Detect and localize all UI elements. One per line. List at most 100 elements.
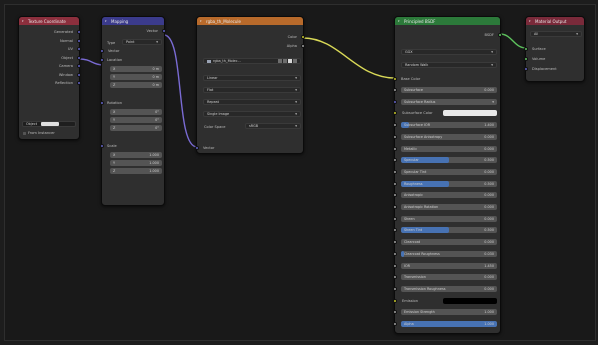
socket-output-color[interactable]	[301, 35, 305, 39]
new-image-icon[interactable]	[288, 59, 292, 63]
subsurface-field[interactable]: Subsurface 0.000	[401, 87, 497, 93]
socket-input-subsurface-ior[interactable]	[393, 123, 397, 128]
socket-output-camera[interactable]	[77, 64, 81, 68]
image-action-icons[interactable]	[278, 59, 297, 63]
close-icon[interactable]	[293, 59, 297, 63]
collapse-icon[interactable]: ▾	[529, 19, 533, 23]
extension-dropdown[interactable]: Repeat ▾	[203, 99, 301, 105]
location-x-field[interactable]: X 0 m	[110, 66, 162, 72]
subsurface-anisotropy-field[interactable]: Subsurface Anisotropy 0.000	[401, 133, 497, 140]
collapse-icon[interactable]: ▾	[398, 19, 402, 23]
socket-input-subsurface-color[interactable]	[393, 111, 397, 116]
socket-output-object[interactable]	[77, 55, 81, 60]
sheen-tint-field[interactable]: Sheen Tint 0.500	[401, 227, 497, 234]
from-instancer-checkbox[interactable]	[23, 131, 26, 135]
socket-output-generated[interactable]	[77, 30, 81, 34]
socket-output-window[interactable]	[77, 72, 81, 77]
collapse-icon[interactable]: ▾	[105, 19, 109, 23]
roughness-field[interactable]: Roughness 0.500	[401, 180, 497, 187]
specular-tint-field[interactable]: Specular Tint 0.000	[401, 168, 497, 175]
socket-output-vector[interactable]	[162, 29, 166, 33]
socket-input-emission[interactable]	[393, 298, 397, 303]
socket-input-vector[interactable]	[100, 49, 104, 53]
folder-icon[interactable]	[283, 59, 287, 63]
socket-input-rotation[interactable]	[100, 101, 104, 105]
socket-input-subsurface-radius[interactable]	[393, 99, 397, 104]
color-space-dropdown[interactable]: sRGB ▾	[245, 123, 301, 129]
collapse-icon[interactable]: ▾	[22, 19, 26, 23]
sheen-field[interactable]: Sheen 0.000	[401, 215, 497, 222]
mapping-header[interactable]: ▾ Mapping	[102, 17, 164, 25]
object-picker[interactable]	[41, 122, 60, 126]
duplicate-icon[interactable]	[278, 59, 282, 63]
subsurface-ior-field[interactable]: Subsurface IOR 1.400	[401, 122, 497, 129]
transmission-roughness-field[interactable]: Transmission Roughness 0.000	[401, 285, 497, 292]
socket-input-sheen[interactable]	[393, 216, 397, 221]
location-y-field[interactable]: Y 0 m	[110, 74, 162, 80]
mapping-node[interactable]: ▾ Mapping Vector Type Point ▾ Vector Loc…	[100, 16, 166, 206]
material-output-header[interactable]: ▾ Material Output	[526, 17, 584, 25]
emission-strength-field[interactable]: Emission Strength 1.000	[401, 309, 497, 316]
socket-input-transmission[interactable]	[393, 275, 397, 280]
ior-field[interactable]: IOR 1.450	[401, 262, 497, 269]
scale-y-field[interactable]: Y 1.000	[110, 160, 162, 166]
socket-input-emission-strength[interactable]	[393, 310, 397, 315]
image-texture-header[interactable]: ▾ rgba_th_Molecule	[197, 17, 303, 25]
socket-input-clearcoat[interactable]	[393, 240, 397, 245]
rotation-z-field[interactable]: Z 0°	[110, 125, 162, 131]
socket-output-reflection[interactable]	[77, 81, 81, 85]
metallic-field[interactable]: Metallic 0.000	[401, 145, 497, 152]
principled-bsdf-header[interactable]: ▾ Principled BSDF	[395, 17, 500, 25]
output-target-dropdown[interactable]: All ▾	[530, 31, 582, 37]
subsurface-method-dropdown[interactable]: Random Walk ▾	[401, 62, 497, 68]
principled-bsdf-node[interactable]: ▾ Principled BSDF BSDF GGX ▾ Random Walk ▾…	[393, 16, 502, 334]
socket-input-subsurface-anisotropy[interactable]	[393, 134, 397, 139]
scale-z-field[interactable]: Z 1.000	[110, 168, 162, 174]
collapse-icon[interactable]: ▾	[200, 19, 204, 23]
socket-input-specular[interactable]	[393, 158, 397, 163]
projection-dropdown[interactable]: Flat ▾	[203, 87, 301, 93]
socket-input-clearcoat-roughness[interactable]	[393, 251, 397, 256]
socket-input-displacement[interactable]	[524, 67, 528, 71]
mapping-type-dropdown[interactable]: Point ▾	[122, 39, 162, 45]
rotation-x-field[interactable]: X 0°	[110, 109, 162, 115]
socket-input-transmission-roughness[interactable]	[393, 286, 397, 291]
image-selector[interactable]: rgba_th_Molec...	[203, 58, 301, 64]
socket-input-vector[interactable]	[195, 146, 199, 150]
distribution-dropdown[interactable]: GGX ▾	[401, 49, 497, 55]
shader-editor[interactable]: ▾ Texture Coordinate Generated Normal UV Ob…	[0, 0, 598, 345]
anisotropic-rotation-field[interactable]: Anisotropic Rotation 0.000	[401, 204, 497, 210]
socket-input-scale[interactable]	[100, 144, 104, 148]
clearcoat-field[interactable]: Clearcoat 0.000	[401, 239, 497, 246]
subsurface-color-swatch[interactable]	[443, 110, 497, 117]
emission-swatch[interactable]	[443, 297, 497, 304]
alpha-field[interactable]: Alpha 1.000	[401, 321, 497, 327]
scale-x-field[interactable]: X 1.000	[110, 152, 162, 158]
rotation-y-field[interactable]: Y 0°	[110, 117, 162, 123]
socket-input-anisotropic-rotation[interactable]	[393, 205, 397, 209]
socket-output-alpha[interactable]	[301, 44, 305, 48]
socket-input-ior[interactable]	[393, 263, 397, 268]
object-field[interactable]: Object	[22, 121, 76, 127]
socket-output-normal[interactable]	[77, 38, 81, 43]
socket-output-uv[interactable]	[77, 47, 81, 51]
socket-input-specular-tint[interactable]	[393, 169, 397, 174]
socket-input-roughness[interactable]	[393, 181, 397, 186]
location-z-field[interactable]: Z 0 m	[110, 82, 162, 88]
socket-input-alpha[interactable]	[393, 322, 397, 326]
specular-field[interactable]: Specular 0.500	[401, 157, 497, 164]
image-texture-node[interactable]: ▾ rgba_th_Molecule Color Alpha rgba_th_M…	[195, 16, 305, 154]
subsurface-radius-field[interactable]: Subsurface Radius ▾	[401, 98, 497, 105]
socket-output-bsdf[interactable]	[498, 33, 502, 37]
socket-input-surface[interactable]	[524, 47, 528, 51]
texture-coordinate-header[interactable]: ▾ Texture Coordinate	[19, 17, 79, 25]
socket-input-volume[interactable]	[524, 57, 528, 61]
socket-input-subsurface[interactable]	[393, 88, 397, 92]
socket-input-base-color[interactable]	[393, 77, 397, 81]
socket-input-location[interactable]	[100, 58, 104, 62]
anisotropic-field[interactable]: Anisotropic 0.000	[401, 192, 497, 199]
material-output-node[interactable]: ▾ Material Output All ▾ Surface Volume Disp…	[524, 16, 585, 82]
socket-input-anisotropic[interactable]	[393, 193, 397, 198]
socket-input-sheen-tint[interactable]	[393, 228, 397, 233]
socket-input-metallic[interactable]	[393, 146, 397, 151]
